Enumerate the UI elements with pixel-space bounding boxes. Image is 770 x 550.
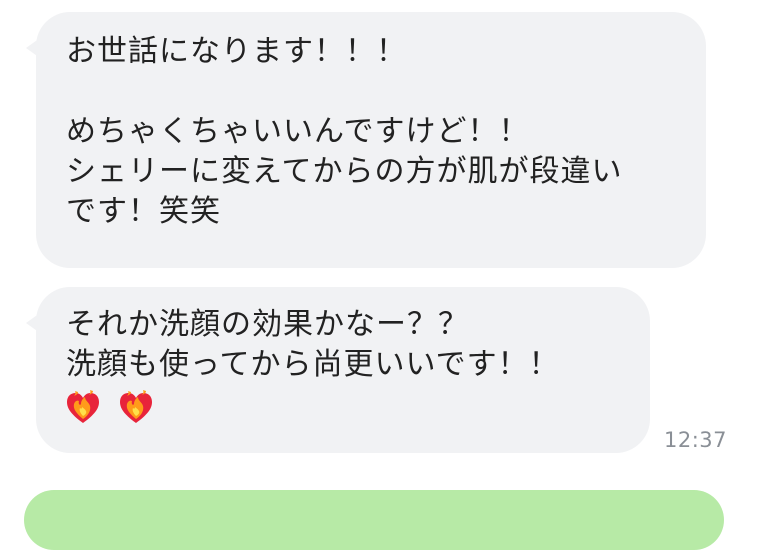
emoji-row bbox=[66, 387, 622, 427]
heart-on-fire-icon bbox=[67, 390, 99, 423]
bubble-tail bbox=[26, 313, 40, 333]
message-text-line: お世話になります！！！ bbox=[66, 34, 407, 69]
incoming-message-bubble[interactable]: それか洗顔の効果かなー？？ 洗顔も使ってから尚更いいです！！ bbox=[26, 287, 650, 453]
message-text-line: シェリーに変えてからの方が肌が段違い bbox=[66, 154, 623, 189]
bubble-tail bbox=[26, 38, 40, 58]
outgoing-message-bubble[interactable] bbox=[24, 490, 724, 550]
message-text-line: 洗顔も使ってから尚更いいです！！ bbox=[66, 347, 560, 382]
heart-on-fire-icon bbox=[119, 390, 152, 423]
message-text-line: それか洗顔の効果かなー？？ bbox=[66, 307, 469, 342]
incoming-message-bubble[interactable]: お世話になります！！！ めちゃくちゃいいんですけど！！ シェリーに変えてからの方… bbox=[26, 12, 706, 268]
message-text-line: です！笑笑 bbox=[66, 194, 221, 229]
message-timestamp: 12:37 bbox=[664, 428, 728, 452]
message-text-line: めちゃくちゃいいんですけど！！ bbox=[66, 114, 530, 149]
